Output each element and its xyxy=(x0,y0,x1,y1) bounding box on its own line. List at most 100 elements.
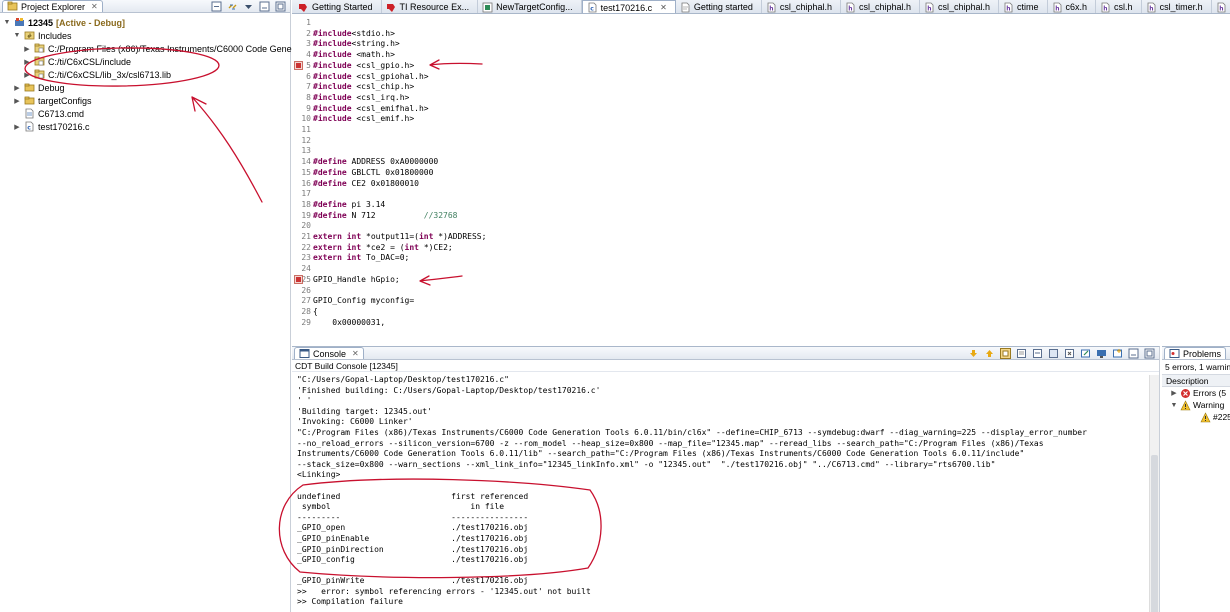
display-console-icon[interactable] xyxy=(1096,348,1107,359)
line-number: 29 xyxy=(301,317,311,327)
code-line: 1 xyxy=(292,17,313,28)
arrow-down-icon[interactable] xyxy=(968,348,979,359)
tree-item[interactable]: ▼ # Includes xyxy=(0,29,290,42)
collapsed-arrow-icon[interactable]: ▶ xyxy=(1170,389,1178,397)
editor-tab[interactable]: hcsl_gpio.h xyxy=(1212,0,1230,13)
tree-item[interactable]: ▶ C:/Program Files (x86)/Texas Instrument… xyxy=(0,42,299,55)
console-output[interactable]: "C:/Users/Gopal-Laptop/Desktop/test17021… xyxy=(292,375,1149,612)
remove-launch-icon[interactable] xyxy=(1064,348,1075,359)
doc-icon xyxy=(680,2,691,13)
collapsed-arrow-icon[interactable]: ▶ xyxy=(23,58,31,66)
tree-item[interactable]: ▶ c test170216.c xyxy=(0,120,290,133)
clear-console-icon[interactable] xyxy=(1016,348,1027,359)
editor-tab[interactable]: h csl.h xyxy=(1096,0,1142,13)
editor-tab[interactable]: TI Resource Ex... xyxy=(382,0,479,13)
tree-item[interactable]: ▶ C:/ti/C6xCSL/lib_3x/csl6713.lib xyxy=(0,68,290,81)
code-area[interactable]: 1 2 #include<stdio.h> 3 #include<string.h> 4 #… xyxy=(292,15,1230,343)
arrow-up-icon[interactable] xyxy=(984,348,995,359)
code-text: #define ADDRESS 0xA0000000 xyxy=(313,157,439,167)
code-text: #include<string.h> xyxy=(313,39,400,49)
scrollbar-thumb[interactable] xyxy=(1151,455,1158,612)
c-file-icon: c xyxy=(24,121,35,132)
editor-tab[interactable]: h csl_chiphal.h xyxy=(920,0,1000,13)
collapsed-arrow-icon[interactable]: ▶ xyxy=(23,45,31,53)
close-icon[interactable]: ✕ xyxy=(352,349,359,358)
expanded-arrow-icon[interactable]: ▼ xyxy=(13,32,21,39)
editor-tab[interactable]: h c6x.h xyxy=(1048,0,1097,13)
editor-tab-label: csl_chiphal.h xyxy=(858,2,911,12)
console-line: >> Compilation failure xyxy=(297,597,403,607)
collapse-all-icon[interactable] xyxy=(211,1,222,12)
minimize-icon[interactable] xyxy=(259,1,270,12)
console-scrollbar[interactable] xyxy=(1149,375,1159,612)
close-icon[interactable]: ✕ xyxy=(91,2,98,11)
editor-tab[interactable]: Getting started xyxy=(676,0,762,13)
problems-row[interactable]: #225- xyxy=(1162,411,1230,423)
line-number: 14 xyxy=(301,157,311,167)
code-text: GPIO_Handle hGpio; xyxy=(313,274,400,284)
collapsed-arrow-icon[interactable]: ▶ xyxy=(13,123,21,131)
tree-item[interactable]: ▶ C:/ti/C6xCSL/include xyxy=(0,55,290,68)
editor-tab-label: csl_timer.h xyxy=(1159,2,1203,12)
link-editor-icon[interactable] xyxy=(227,1,238,12)
minimize-icon[interactable] xyxy=(1128,348,1139,359)
problems-tab[interactable]: Problems xyxy=(1164,347,1227,359)
maximize-icon[interactable] xyxy=(1144,348,1155,359)
code-text: #include <csl_gpio.h> xyxy=(313,60,415,70)
tree-item[interactable]: ▶ Debug xyxy=(0,81,290,94)
tree-item[interactable]: ▶ targetConfigs xyxy=(0,94,290,107)
new-console-icon[interactable] xyxy=(1112,348,1123,359)
editor-tab-label: test170216.c xyxy=(600,2,653,13)
line-number: 8 xyxy=(306,92,311,102)
tree-item[interactable]: ▼ 12345 [Active - Debug] xyxy=(0,16,290,29)
code-line: 28{ xyxy=(292,306,317,317)
c-file-icon: c xyxy=(587,2,598,13)
project-explorer-tab[interactable]: Project Explorer ✕ xyxy=(2,0,103,12)
expanded-arrow-icon[interactable]: ▼ xyxy=(1170,402,1178,409)
problems-row[interactable]: ▼ Warning xyxy=(1162,399,1230,411)
tree-item-label: Debug xyxy=(38,82,65,93)
editor-tab[interactable]: h csl_chiphal.h xyxy=(841,0,920,13)
editor-tab[interactable]: NewTargetConfig... xyxy=(478,0,582,13)
pin-console-icon[interactable] xyxy=(1048,348,1059,359)
collapsed-arrow-icon[interactable]: ▶ xyxy=(23,71,31,79)
close-icon[interactable]: ✕ xyxy=(660,3,667,12)
code-text: #include <csl_chip.h> xyxy=(313,82,415,92)
console-line: ' ' xyxy=(297,396,312,406)
ti-icon xyxy=(386,2,397,13)
warning-icon xyxy=(1180,399,1191,411)
tree-item[interactable]: C6713.cmd xyxy=(0,107,290,120)
editor-tab-label: Getting Started xyxy=(312,2,373,12)
line-number: 15 xyxy=(301,167,311,177)
open-console-icon[interactable] xyxy=(1080,348,1091,359)
editor-tab[interactable]: h csl_timer.h xyxy=(1142,0,1212,13)
editor-tab[interactable]: Getting Started xyxy=(294,0,382,13)
svg-text:h: h xyxy=(848,5,852,12)
console-tab[interactable]: Console ✕ xyxy=(294,347,364,359)
error-marker-icon[interactable] xyxy=(294,60,303,70)
word-wrap-icon[interactable] xyxy=(1032,348,1043,359)
code-text: extern int *output11=(int *)ADDRESS; xyxy=(313,232,487,241)
h-file-icon: h xyxy=(1052,2,1063,13)
code-line: 3 #include<string.h> xyxy=(292,38,400,49)
collapsed-arrow-icon[interactable]: ▶ xyxy=(13,97,21,105)
view-menu-icon[interactable] xyxy=(243,1,254,12)
error-marker-icon[interactable] xyxy=(294,274,303,284)
line-number: 28 xyxy=(301,306,311,316)
problems-column-description[interactable]: Description xyxy=(1162,374,1230,387)
scroll-lock-icon[interactable] xyxy=(1000,348,1011,359)
expanded-arrow-icon[interactable]: ▼ xyxy=(3,19,11,26)
code-text: #include <csl_emif.h> xyxy=(313,114,415,124)
editor-tab[interactable]: h ctime xyxy=(999,0,1048,13)
line-number: 19 xyxy=(301,210,311,220)
editor-tab[interactable]: c test170216.c ✕ xyxy=(581,0,676,13)
line-number: 23 xyxy=(301,253,311,263)
console-line: undefined first referenced xyxy=(297,491,529,501)
collapsed-arrow-icon[interactable]: ▶ xyxy=(13,84,21,92)
problems-row[interactable]: ▶ Errors (5 xyxy=(1162,387,1230,399)
explorer-toolbar xyxy=(211,1,286,12)
maximize-icon[interactable] xyxy=(275,1,286,12)
console-line: --no_reload_errors --silicon_version=670… xyxy=(297,438,1044,448)
code-line: 26 xyxy=(292,285,313,296)
editor-tab[interactable]: h csl_chiphal.h xyxy=(762,0,841,13)
